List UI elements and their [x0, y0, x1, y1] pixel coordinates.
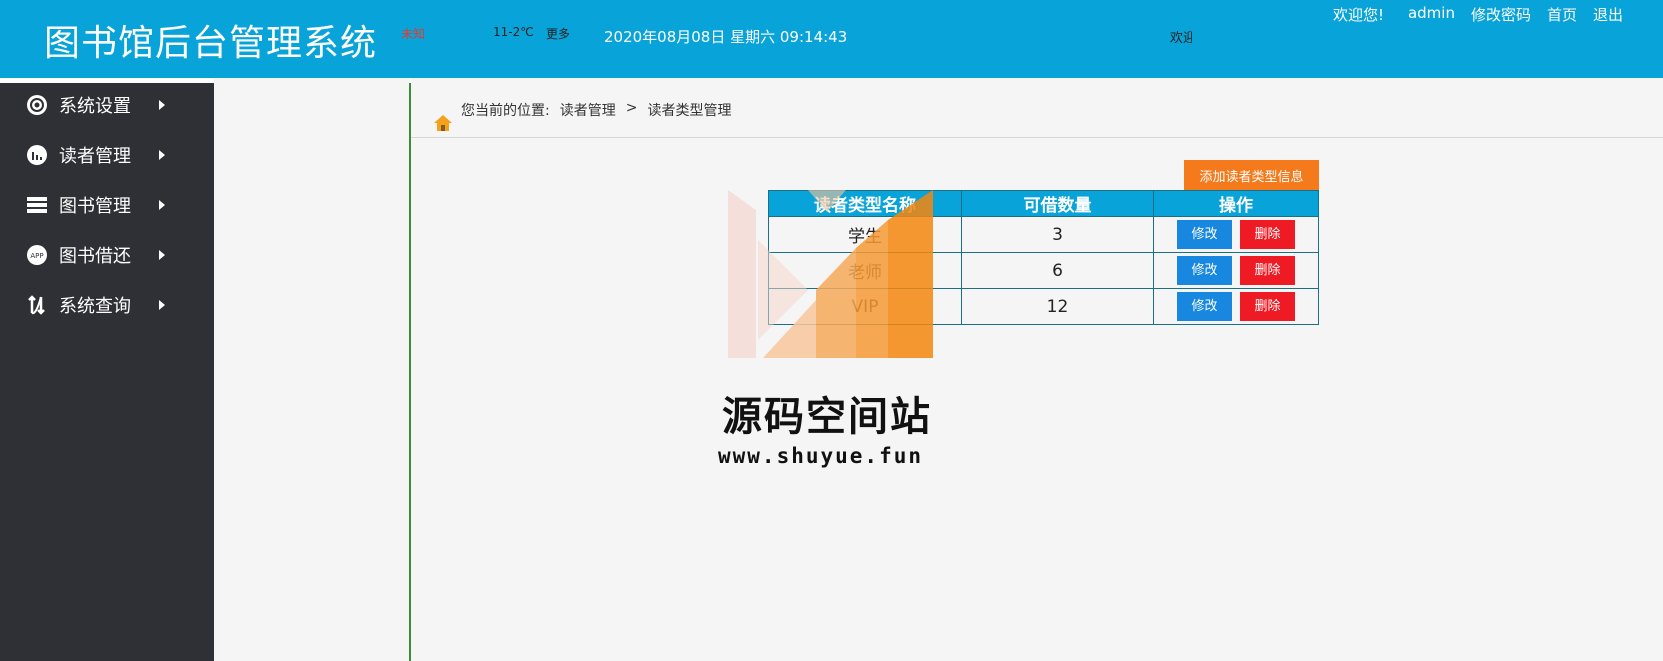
watermark-title: 源码空间站	[722, 394, 932, 440]
sidebar-item-label: 系统查询	[59, 296, 131, 317]
home-link[interactable]: 首页	[1547, 4, 1577, 25]
breadcrumb-level2: 读者类型管理	[647, 103, 732, 119]
column-header-quantity: 可借数量	[961, 190, 1154, 217]
edit-button[interactable]: 修改	[1177, 292, 1232, 321]
add-reader-type-button[interactable]: 添加读者类型信息	[1184, 160, 1319, 191]
watermark-logo	[728, 190, 933, 362]
app-icon: APP	[26, 244, 48, 266]
delete-button[interactable]: 删除	[1240, 292, 1295, 321]
caret-right-icon	[159, 250, 165, 260]
watermark-url: www.shuyue.fun	[718, 444, 924, 468]
breadcrumb-prefix: 您当前的位置:	[461, 103, 550, 119]
sidebar-item-label: 图书借还	[59, 246, 131, 267]
cell-actions: 修改 删除	[1153, 216, 1319, 253]
caret-right-icon	[159, 200, 165, 210]
top-nav-links: 欢迎您! admin 修改密码 首页 退出	[1333, 4, 1623, 25]
sidebar-item-reader-management[interactable]: 读者管理	[0, 135, 214, 175]
cell-quantity: 3	[961, 216, 1154, 253]
top-header: 图书馆后台管理系统 未知 11-2℃ 更多 2020年08月08日 星期六 09…	[0, 0, 1663, 78]
cell-quantity: 12	[961, 288, 1154, 325]
cell-quantity: 6	[961, 252, 1154, 289]
breadcrumb-bar: 您当前的位置: 读者管理 > 读者类型管理	[411, 78, 1663, 138]
caret-right-icon	[159, 300, 165, 310]
books-icon	[26, 194, 48, 216]
sidebar: 系统设置 读者管理 图书管理 APP 图书借还 系统查询	[0, 83, 214, 661]
delete-button[interactable]: 删除	[1240, 220, 1295, 249]
swap-icon	[26, 294, 48, 316]
sidebar-item-book-lending[interactable]: APP 图书借还	[0, 235, 214, 275]
cell-actions: 修改 删除	[1153, 252, 1319, 289]
sidebar-gap	[214, 78, 410, 661]
caret-right-icon	[159, 100, 165, 110]
breadcrumb-separator: >	[625, 100, 638, 116]
edit-button[interactable]: 修改	[1177, 220, 1232, 249]
sidebar-item-label: 读者管理	[59, 146, 131, 167]
weather-city: 未知	[401, 27, 426, 41]
username-link[interactable]: admin	[1408, 4, 1455, 25]
breadcrumb-level1[interactable]: 读者管理	[560, 100, 616, 120]
column-header-actions: 操作	[1153, 190, 1319, 217]
sidebar-item-label: 图书管理	[59, 196, 131, 217]
logout-link[interactable]: 退出	[1593, 4, 1623, 25]
main-content: 您当前的位置: 读者管理 > 读者类型管理 添加读者类型信息 读者类型名称 可借…	[411, 78, 1663, 661]
weather-temperature: 11-2℃	[493, 25, 534, 39]
sidebar-item-system-settings[interactable]: 系统设置	[0, 85, 214, 125]
svg-text:APP: APP	[30, 252, 43, 260]
scrolling-notice: 欢迎	[1170, 31, 1192, 46]
caret-right-icon	[159, 150, 165, 160]
sidebar-item-label: 系统设置	[59, 96, 131, 117]
cell-actions: 修改 删除	[1153, 288, 1319, 325]
delete-button[interactable]: 删除	[1240, 256, 1295, 285]
app-title: 图书馆后台管理系统	[44, 23, 378, 64]
sidebar-item-system-query[interactable]: 系统查询	[0, 285, 214, 325]
home-icon	[433, 114, 453, 136]
welcome-text: 欢迎您!	[1332, 6, 1384, 24]
sidebar-item-book-management[interactable]: 图书管理	[0, 185, 214, 225]
breadcrumb: 您当前的位置: 读者管理 > 读者类型管理	[461, 100, 731, 120]
edit-button[interactable]: 修改	[1177, 256, 1232, 285]
current-datetime: 2020年08月08日 星期六 09:14:43	[604, 28, 848, 46]
change-password-link[interactable]: 修改密码	[1471, 4, 1531, 25]
weather-more-link[interactable]: 更多	[546, 25, 570, 42]
chart-icon	[26, 144, 48, 166]
gear-icon	[26, 94, 48, 116]
